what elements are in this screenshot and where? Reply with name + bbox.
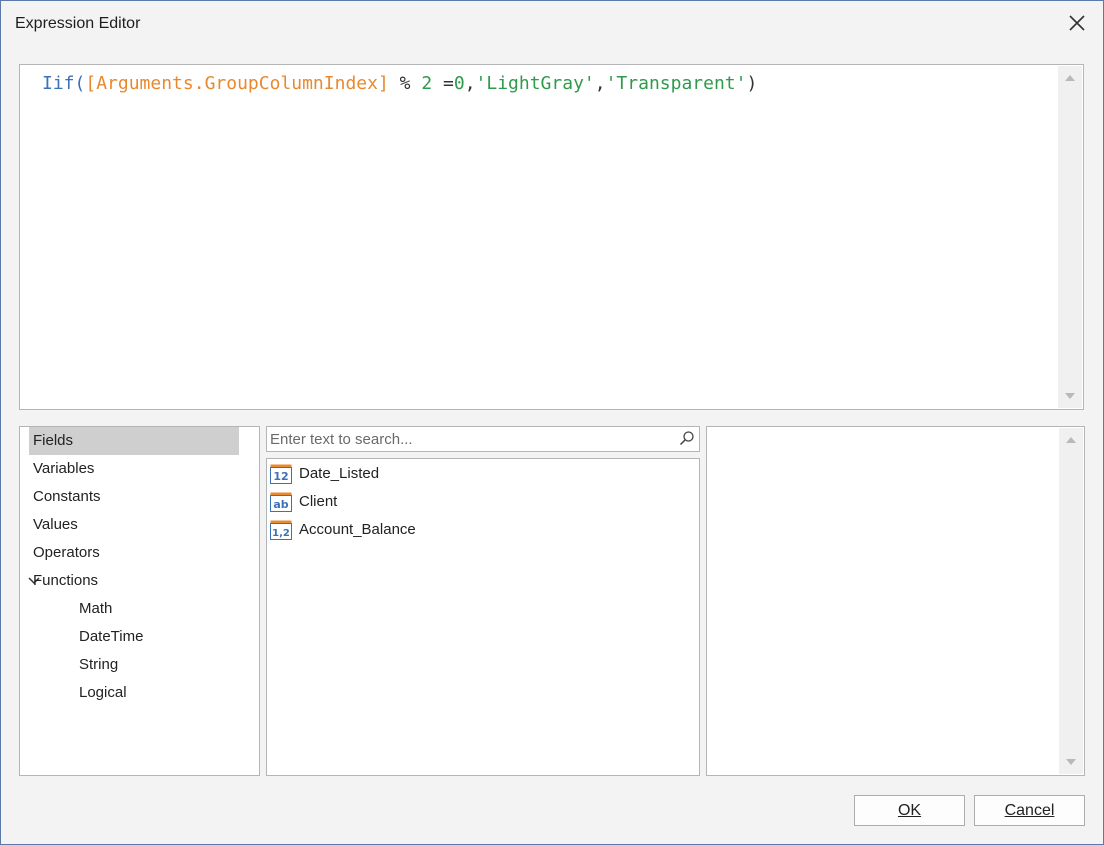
- field-item-account-balance[interactable]: 1,2 Account_Balance: [269, 516, 689, 544]
- cancel-button-label: Cancel: [1004, 801, 1055, 819]
- token-string: 'LightGray': [475, 73, 595, 94]
- search-input[interactable]: [270, 429, 670, 449]
- close-button[interactable]: [1065, 11, 1089, 35]
- close-icon: [1069, 15, 1085, 31]
- category-functions[interactable]: Functions: [29, 567, 239, 595]
- scroll-down-button[interactable]: [1059, 750, 1083, 774]
- category-datetime[interactable]: DateTime: [75, 623, 258, 651]
- token-comma: ,: [464, 73, 476, 94]
- token-comma: ,: [594, 73, 606, 94]
- window-title: Expression Editor: [15, 15, 141, 32]
- field-label: Account_Balance: [299, 521, 416, 538]
- title-bar: Expression Editor: [1, 1, 1103, 47]
- token-function: Iif(: [42, 73, 86, 94]
- description-scrollbar[interactable]: [1059, 428, 1083, 774]
- scroll-up-button[interactable]: [1058, 66, 1082, 90]
- category-values[interactable]: Values: [29, 511, 239, 539]
- svg-text:12: 12: [273, 470, 288, 483]
- number-field-icon: 12: [270, 464, 292, 484]
- search-box[interactable]: [266, 426, 700, 452]
- scroll-up-button[interactable]: [1059, 428, 1083, 452]
- field-item-client[interactable]: ab Client: [269, 488, 689, 516]
- arrow-up-icon: [1066, 437, 1076, 443]
- token-operator: %: [388, 73, 422, 94]
- cancel-button[interactable]: Cancel: [974, 795, 1085, 826]
- token-field: [Arguments.GroupColumnIndex]: [85, 73, 389, 94]
- token-paren: ): [746, 73, 758, 94]
- token-string: 'Transparent': [605, 73, 747, 94]
- category-constants[interactable]: Constants: [29, 483, 239, 511]
- category-operators[interactable]: Operators: [29, 539, 239, 567]
- category-variables[interactable]: Variables: [29, 455, 239, 483]
- arrow-down-icon: [1065, 393, 1075, 399]
- description-panel: [706, 426, 1085, 776]
- search-icon[interactable]: [679, 430, 695, 446]
- arrow-up-icon: [1065, 75, 1075, 81]
- token-operator: =: [432, 73, 454, 94]
- field-label: Client: [299, 493, 338, 510]
- token-number: 0: [453, 73, 465, 94]
- field-label: Date_Listed: [299, 465, 380, 482]
- field-list[interactable]: 12 Date_Listed ab Client 1,2 Account_Bal…: [266, 458, 700, 776]
- arrow-down-icon: [1066, 759, 1076, 765]
- field-item-date-listed[interactable]: 12 Date_Listed: [269, 460, 689, 488]
- editor-scrollbar[interactable]: [1058, 66, 1082, 408]
- ok-button-label: OK: [897, 801, 922, 819]
- expression-text-area[interactable]: Iif([Arguments.GroupColumnIndex] % 2 =0,…: [19, 64, 1084, 410]
- expression-code[interactable]: Iif([Arguments.GroupColumnIndex] % 2 =0,…: [42, 73, 757, 94]
- scroll-down-button[interactable]: [1058, 384, 1082, 408]
- category-math[interactable]: Math: [75, 595, 258, 623]
- category-fields[interactable]: Fields: [29, 427, 239, 455]
- token-number: 2: [421, 73, 433, 94]
- category-logical[interactable]: Logical: [75, 679, 258, 707]
- string-field-icon: ab: [270, 492, 292, 512]
- category-string[interactable]: String: [75, 651, 258, 679]
- expression-editor-dialog: Expression Editor Iif([Arguments.GroupCo…: [0, 0, 1104, 845]
- decimal-field-icon: 1,2: [270, 520, 292, 540]
- svg-text:1,2: 1,2: [272, 528, 290, 539]
- svg-text:ab: ab: [273, 498, 288, 511]
- ok-button[interactable]: OK: [854, 795, 965, 826]
